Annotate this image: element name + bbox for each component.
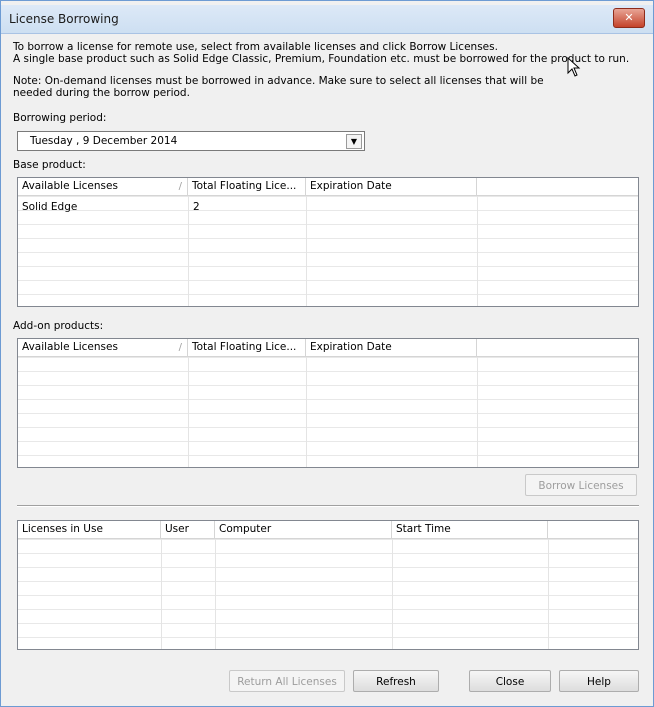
intro-line-1: To borrow a license for remote use, sele… [13, 41, 498, 53]
chevron-down-icon[interactable]: ▼ [346, 134, 362, 149]
license-name: Solid Edge [22, 201, 78, 213]
column-user[interactable]: User [161, 521, 215, 538]
column-licenses-in-use[interactable]: Licenses in Use [18, 521, 161, 538]
license-borrowing-dialog: License Borrowing ✕ To borrow a license … [0, 0, 654, 707]
dialog-client-area: To borrow a license for remote use, sele… [7, 35, 647, 701]
column-computer[interactable]: Computer [215, 521, 392, 538]
addon-products-list[interactable]: Available Licenses / Total Floating Lice… [17, 338, 639, 468]
grid-divider [188, 357, 189, 467]
column-blank [477, 339, 638, 356]
mouse-cursor-icon [567, 57, 581, 77]
grid-divider [548, 539, 549, 649]
borrowing-period-label: Borrowing period: [13, 112, 107, 124]
base-product-label: Base product: [13, 159, 86, 171]
list-grid [18, 196, 638, 306]
list-grid [18, 357, 638, 467]
refresh-button[interactable]: Refresh [353, 670, 439, 692]
return-all-licenses-button[interactable]: Return All Licenses [229, 670, 345, 692]
section-separator [17, 505, 639, 507]
grid-divider [392, 539, 393, 649]
close-icon[interactable]: ✕ [613, 8, 645, 28]
borrow-licenses-button[interactable]: Borrow Licenses [525, 474, 637, 496]
column-start-time[interactable]: Start Time [392, 521, 548, 538]
column-blank [477, 178, 638, 195]
note-line-2: needed during the borrow period. [13, 87, 190, 99]
license-total: 2 [193, 201, 200, 213]
help-button[interactable]: Help [559, 670, 639, 692]
sort-indicator-icon: / [178, 342, 182, 353]
base-product-list-header: Available Licenses / Total Floating Lice… [18, 178, 638, 196]
column-total-floating[interactable]: Total Floating Lice... [188, 339, 306, 356]
list-grid [18, 539, 638, 649]
column-expiration-date[interactable]: Expiration Date [306, 339, 477, 356]
column-expiration-date[interactable]: Expiration Date [306, 178, 477, 195]
sort-indicator-icon: / [178, 181, 182, 192]
column-available-licenses[interactable]: Available Licenses / [18, 178, 188, 195]
licenses-in-use-list-header: Licenses in Use User Computer Start Time [18, 521, 638, 539]
grid-divider [215, 539, 216, 649]
grid-divider [188, 196, 189, 306]
intro-line-2: A single base product such as Solid Edge… [13, 53, 630, 65]
note-line-1: Note: On-demand licenses must be borrowe… [13, 75, 544, 87]
column-blank [548, 521, 638, 538]
base-product-list[interactable]: Available Licenses / Total Floating Lice… [17, 177, 639, 307]
borrowing-period-dropdown[interactable]: Tuesday , 9 December 2014 ▼ [17, 131, 365, 151]
licenses-in-use-list[interactable]: Licenses in Use User Computer Start Time [17, 520, 639, 650]
grid-divider [477, 196, 478, 306]
window-title: License Borrowing [9, 12, 119, 26]
grid-divider [306, 357, 307, 467]
close-button[interactable]: Close [469, 670, 551, 692]
grid-divider [161, 539, 162, 649]
title-bar: License Borrowing ✕ [1, 5, 653, 34]
column-available-licenses[interactable]: Available Licenses / [18, 339, 188, 356]
addon-products-list-header: Available Licenses / Total Floating Lice… [18, 339, 638, 357]
borrowing-period-value: Tuesday , 9 December 2014 [30, 135, 178, 147]
column-total-floating[interactable]: Total Floating Lice... [188, 178, 306, 195]
addon-products-label: Add-on products: [13, 320, 104, 332]
column-label: Available Licenses [22, 180, 118, 192]
column-label: Available Licenses [22, 341, 118, 353]
grid-divider [306, 196, 307, 306]
grid-divider [477, 357, 478, 467]
